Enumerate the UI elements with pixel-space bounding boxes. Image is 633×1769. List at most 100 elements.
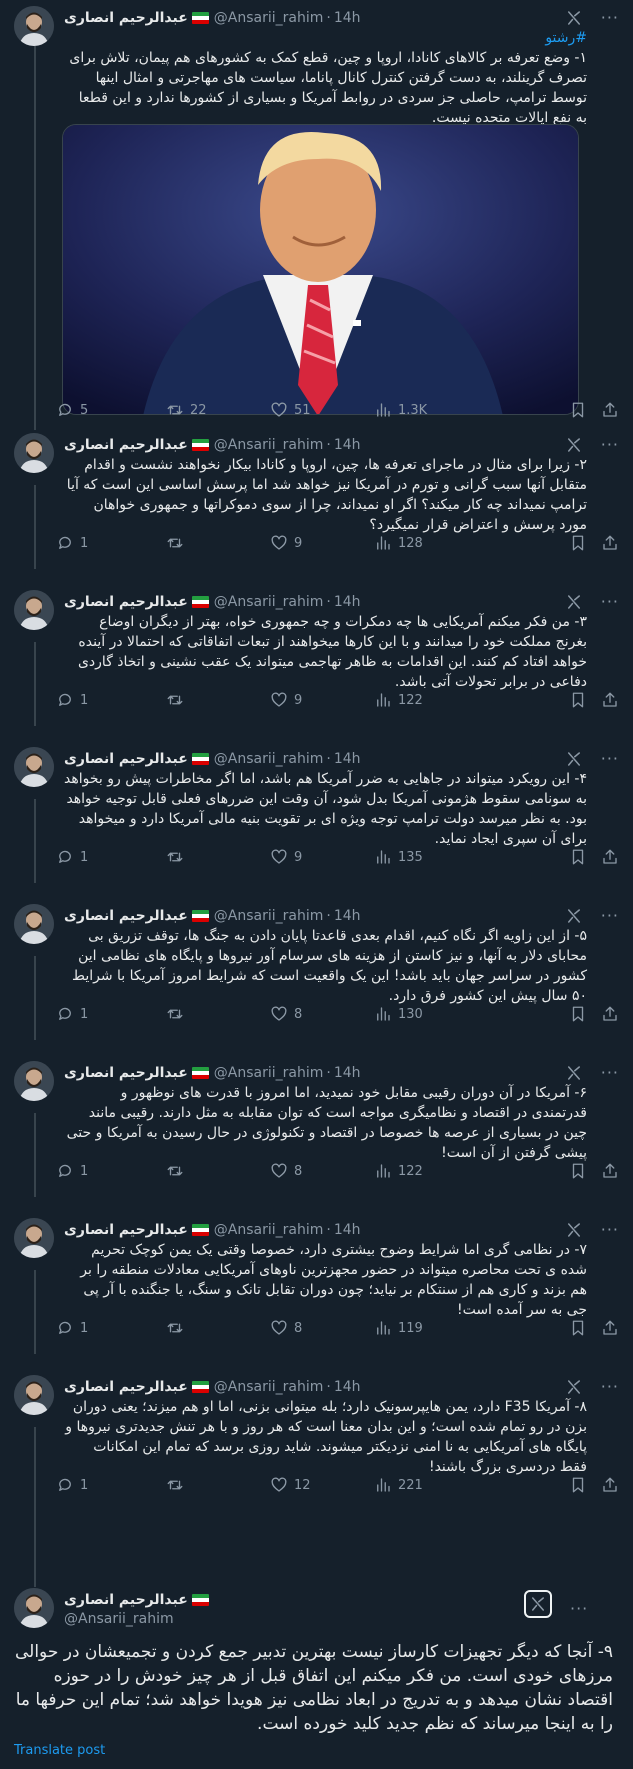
views-button[interactable]: 128 [374, 534, 480, 552]
views-button[interactable]: 130 [374, 1005, 480, 1023]
reply-button[interactable]: 1 [56, 1162, 166, 1180]
author-handle[interactable]: @Ansarii_rahim [214, 1379, 324, 1395]
like-button[interactable]: 8 [270, 1005, 374, 1023]
retweet-button[interactable] [166, 1162, 270, 1180]
reply-button[interactable]: 1 [56, 691, 166, 709]
avatar[interactable] [14, 1061, 54, 1101]
like-button[interactable]: 9 [270, 691, 374, 709]
translate-post-link[interactable]: Translate post [14, 1743, 105, 1758]
grok-icon[interactable] [565, 1378, 583, 1396]
timestamp[interactable]: 14h [334, 908, 361, 924]
timestamp[interactable]: 14h [334, 1065, 361, 1081]
more-icon[interactable]: ··· [601, 10, 619, 26]
share-button[interactable] [601, 848, 619, 866]
tweet-photo[interactable] [62, 124, 579, 415]
grok-icon[interactable] [565, 1221, 583, 1239]
reply-button[interactable]: 1 [56, 848, 166, 866]
author-name[interactable]: عبدالرحیم انصاری [64, 1065, 188, 1081]
grok-icon[interactable] [565, 907, 583, 925]
author-handle[interactable]: @Ansarii_rahim [214, 1222, 324, 1238]
avatar[interactable] [14, 1375, 54, 1415]
timestamp[interactable]: 14h [334, 594, 361, 610]
avatar[interactable] [14, 433, 54, 473]
reply-button[interactable]: 1 [56, 1319, 166, 1337]
author-handle[interactable]: @Ansarii_rahim [214, 908, 324, 924]
share-button[interactable] [601, 1162, 619, 1180]
grok-icon[interactable] [565, 9, 583, 27]
share-button[interactable] [601, 1476, 619, 1494]
views-button[interactable]: 135 [374, 848, 480, 866]
author-name[interactable]: عبدالرحیم انصاری [64, 1592, 188, 1608]
grok-icon[interactable] [565, 750, 583, 768]
bookmark-button[interactable] [569, 1005, 587, 1023]
timestamp[interactable]: 14h [334, 10, 361, 26]
share-button[interactable] [601, 1005, 619, 1023]
more-icon[interactable]: ··· [601, 1065, 619, 1081]
grok-icon[interactable] [565, 436, 583, 454]
retweet-button[interactable] [166, 1476, 270, 1494]
views-button[interactable]: 119 [374, 1319, 480, 1337]
avatar[interactable] [14, 1218, 54, 1258]
reply-button[interactable]: 1 [56, 1005, 166, 1023]
more-icon[interactable]: ··· [601, 437, 619, 453]
author-name[interactable]: عبدالرحیم انصاری [64, 1379, 188, 1395]
avatar[interactable] [14, 6, 54, 46]
more-icon[interactable]: ··· [601, 751, 619, 767]
avatar[interactable] [14, 590, 54, 630]
more-icon[interactable]: ··· [601, 908, 619, 924]
author-name[interactable]: عبدالرحیم انصاری [64, 908, 188, 924]
grok-icon[interactable] [565, 593, 583, 611]
views-button[interactable]: 122 [374, 691, 480, 709]
retweet-button[interactable]: 22 [166, 401, 270, 419]
like-button[interactable]: 12 [270, 1476, 374, 1494]
more-icon[interactable]: ··· [570, 1601, 588, 1617]
like-button[interactable]: 8 [270, 1319, 374, 1337]
views-button[interactable]: 122 [374, 1162, 480, 1180]
author-handle[interactable]: @Ansarii_rahim [64, 1611, 214, 1627]
reply-button[interactable]: 5 [56, 401, 166, 419]
author-name[interactable]: عبدالرحیم انصاری [64, 751, 188, 767]
timestamp[interactable]: 14h [334, 751, 361, 767]
author-handle[interactable]: @Ansarii_rahim [214, 437, 324, 453]
more-icon[interactable]: ··· [601, 594, 619, 610]
more-icon[interactable]: ··· [601, 1222, 619, 1238]
author-name[interactable]: عبدالرحیم انصاری [64, 1222, 188, 1238]
like-button[interactable]: 8 [270, 1162, 374, 1180]
share-button[interactable] [601, 691, 619, 709]
reply-button[interactable]: 1 [56, 534, 166, 552]
bookmark-button[interactable] [569, 848, 587, 866]
avatar[interactable] [14, 747, 54, 787]
author-name[interactable]: عبدالرحیم انصاری [64, 10, 188, 26]
share-button[interactable] [601, 401, 619, 419]
more-icon[interactable]: ··· [601, 1379, 619, 1395]
author-handle[interactable]: @Ansarii_rahim [214, 10, 324, 26]
retweet-button[interactable] [166, 1005, 270, 1023]
author-name[interactable]: عبدالرحیم انصاری [64, 437, 188, 453]
retweet-button[interactable] [166, 1319, 270, 1337]
author-name[interactable]: عبدالرحیم انصاری [64, 594, 188, 610]
avatar[interactable] [14, 904, 54, 944]
bookmark-button[interactable] [569, 1476, 587, 1494]
timestamp[interactable]: 14h [334, 1222, 361, 1238]
views-button[interactable]: 1.3K [374, 401, 480, 419]
timestamp[interactable]: 14h [334, 1379, 361, 1395]
retweet-button[interactable] [166, 534, 270, 552]
views-button[interactable]: 221 [374, 1476, 480, 1494]
author-handle[interactable]: @Ansarii_rahim [214, 594, 324, 610]
retweet-button[interactable] [166, 691, 270, 709]
share-button[interactable] [601, 1319, 619, 1337]
timestamp[interactable]: 14h [334, 437, 361, 453]
reply-button[interactable]: 1 [56, 1476, 166, 1494]
like-button[interactable]: 51 [270, 401, 374, 419]
share-button[interactable] [601, 534, 619, 552]
bookmark-button[interactable] [569, 691, 587, 709]
hashtag-link[interactable]: #رشتو [64, 28, 587, 48]
grok-icon[interactable] [565, 1064, 583, 1082]
author-handle[interactable]: @Ansarii_rahim [214, 751, 324, 767]
bookmark-button[interactable] [569, 1162, 587, 1180]
like-button[interactable]: 9 [270, 534, 374, 552]
author-handle[interactable]: @Ansarii_rahim [214, 1065, 324, 1081]
bookmark-button[interactable] [569, 1319, 587, 1337]
avatar[interactable] [14, 1588, 54, 1628]
like-button[interactable]: 9 [270, 848, 374, 866]
